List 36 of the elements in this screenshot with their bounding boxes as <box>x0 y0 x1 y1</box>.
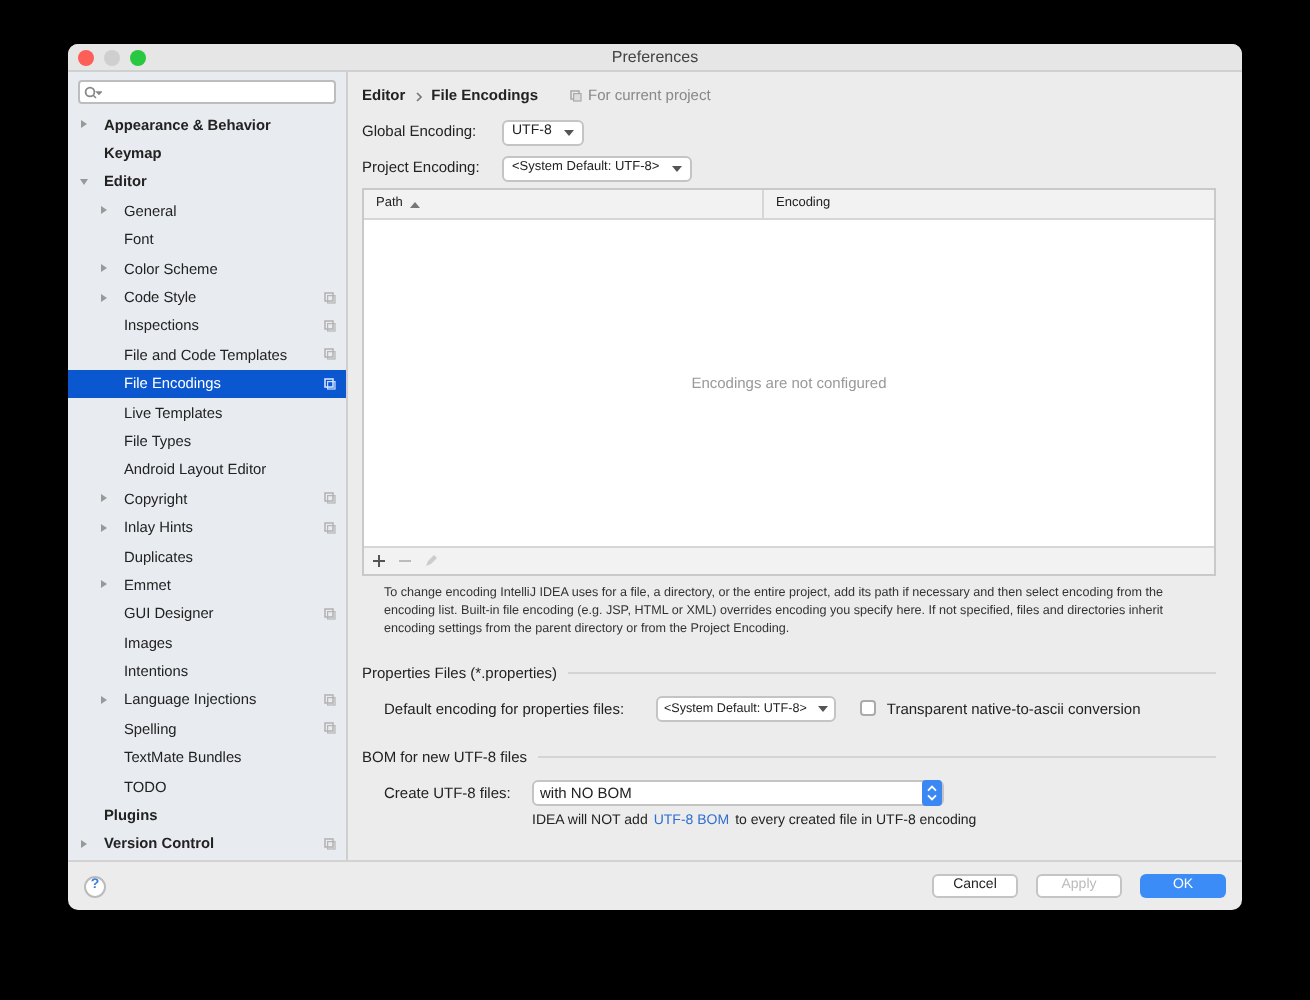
collapsed-arrow-icon[interactable] <box>100 580 108 589</box>
sort-ascending-icon <box>410 201 421 207</box>
zoom-button[interactable] <box>130 49 146 65</box>
project-scope-icon <box>324 492 336 505</box>
window-title: Preferences <box>611 45 699 69</box>
close-button[interactable] <box>78 49 94 65</box>
project-scope-icon <box>324 377 336 390</box>
expanded-arrow-icon[interactable] <box>80 177 88 186</box>
project-scope-icon <box>324 319 336 332</box>
pencil-icon[interactable] <box>424 554 438 568</box>
project-scope-icon <box>324 348 336 361</box>
collapsed-arrow-icon[interactable] <box>100 494 108 503</box>
collapsed-arrow-icon[interactable] <box>100 264 108 273</box>
collapsed-arrow-icon[interactable] <box>100 293 108 302</box>
search-field[interactable] <box>78 80 336 104</box>
project-scope-icon <box>324 291 336 304</box>
project-scope-icon <box>324 722 336 735</box>
collapsed-arrow-icon[interactable] <box>100 523 108 532</box>
add-icon[interactable] <box>372 554 386 568</box>
stepper-arrows-icon <box>922 780 942 806</box>
project-scope-icon <box>324 837 336 850</box>
collapsed-arrow-icon[interactable] <box>100 696 108 704</box>
checkbox[interactable] <box>860 700 877 717</box>
dropdown-arrow-icon <box>671 165 682 171</box>
collapsed-arrow-icon[interactable] <box>100 206 108 215</box>
project-scope-icon <box>324 694 336 706</box>
chevron-right-icon <box>415 91 422 101</box>
project-scope-icon <box>324 521 336 534</box>
remove-icon[interactable] <box>398 554 412 568</box>
dropdown-arrow-icon <box>818 705 829 712</box>
search-icon <box>84 85 102 99</box>
collapsed-arrow-icon[interactable] <box>80 120 88 129</box>
dropdown-arrow-icon <box>563 129 574 135</box>
collapsed-arrow-icon[interactable] <box>80 839 88 848</box>
project-scope-icon <box>570 90 583 102</box>
project-scope-icon <box>324 607 336 620</box>
